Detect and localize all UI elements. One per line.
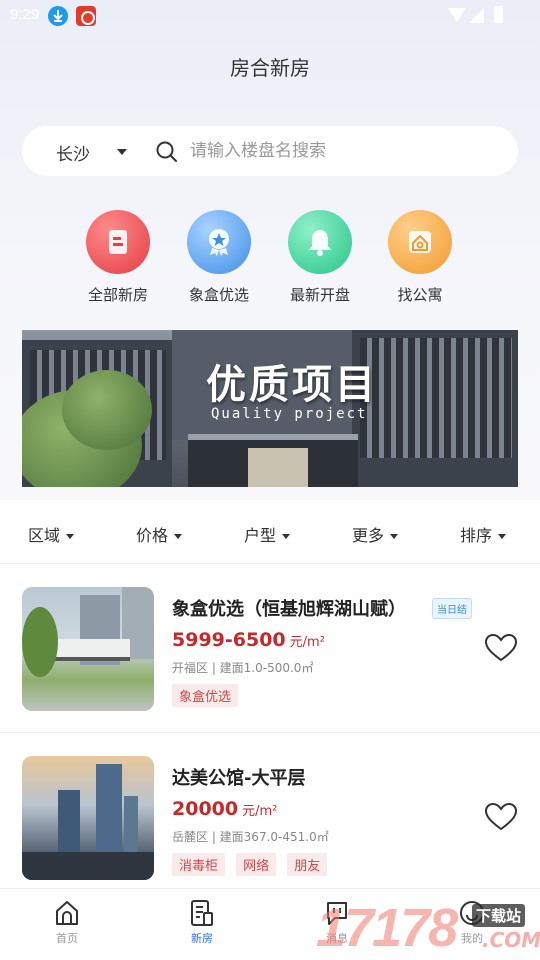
category-all-new-homes[interactable]: 全部新房 — [68, 210, 168, 305]
listing-tags: 消毒柜 网络 朋友 — [172, 853, 333, 876]
listing-card[interactable]: 达美公馆-大平层 20000 元/m² 岳麓区 | 建面367.0-451.0㎡ … — [0, 734, 540, 902]
listing-tag: 消毒柜 — [172, 853, 226, 876]
listing-meta: 岳麓区 | 建面367.0-451.0㎡ — [172, 830, 329, 844]
watermark-logo: 17178 下载站 .COM — [316, 898, 540, 960]
listing-title: 达美公馆-大平层 — [172, 768, 306, 789]
filter-sort[interactable]: 排序 — [460, 522, 507, 546]
listing-tag: 象盒优选 — [172, 684, 239, 707]
star-badge-icon — [187, 210, 251, 274]
caret-down-icon[interactable] — [117, 149, 127, 155]
watermark-site: 下载站 — [472, 904, 526, 927]
download-icon — [48, 6, 68, 26]
category-label: 找公寓 — [397, 286, 443, 304]
price-unit: 元/m² — [289, 635, 325, 650]
filter-layout[interactable]: 户型 — [244, 522, 291, 546]
page-title: 房合新房 — [230, 56, 310, 80]
city-selector[interactable]: 长沙 — [56, 140, 90, 165]
filter-label: 排序 — [460, 526, 493, 545]
category-find-apartment[interactable]: 找公寓 — [370, 210, 470, 305]
nav-label: 首页 — [56, 932, 78, 945]
listing-tag: 朋友 — [287, 853, 328, 876]
search-icon — [156, 141, 178, 167]
category-label: 象盒优选 — [188, 286, 249, 304]
wifi-icon — [448, 8, 466, 22]
heart-icon[interactable] — [484, 633, 518, 667]
banner-title: 优质项目 — [206, 361, 378, 408]
caret-down-icon — [66, 534, 75, 539]
heart-icon[interactable] — [484, 802, 518, 836]
house-search-icon — [388, 210, 452, 274]
filter-label: 更多 — [352, 526, 385, 545]
nav-label: 新房 — [191, 932, 213, 945]
listing-tag: 网络 — [236, 853, 277, 876]
signal-icon — [469, 8, 484, 23]
caret-down-icon — [282, 534, 291, 539]
bell-icon — [288, 210, 352, 274]
listing-price: 20000 元/m² — [172, 798, 277, 820]
watermark-domain: .COM — [482, 928, 540, 952]
banner-windows — [360, 338, 512, 458]
document-icon — [191, 900, 213, 926]
category-featured[interactable]: 象盒优选 — [169, 210, 269, 305]
caret-down-icon — [174, 534, 183, 539]
category-label: 最新开盘 — [289, 286, 350, 304]
caret-down-icon — [390, 534, 399, 539]
listing-card[interactable]: 象盒优选（恒基旭辉湖山赋） 当日结 5999-6500 元/m² 开福区 | 建面… — [0, 565, 540, 733]
price-value: 5999-6500 — [172, 629, 286, 651]
building-card-icon — [86, 210, 150, 274]
filter-label: 价格 — [136, 526, 169, 545]
listing-title: 象盒优选（恒基旭辉湖山赋） — [172, 599, 406, 620]
battery-icon — [494, 6, 503, 23]
status-bar: 9:29 — [0, 0, 540, 32]
listing-thumbnail — [22, 587, 154, 711]
banner-gate — [188, 434, 358, 487]
promo-banner[interactable]: 优质项目 Quality project — [22, 330, 518, 487]
listing-thumbnail — [22, 756, 154, 880]
status-time: 9:29 — [10, 6, 40, 23]
search-input[interactable] — [190, 138, 490, 164]
nav-home[interactable]: 首页 — [27, 899, 107, 946]
filter-price[interactable]: 价格 — [136, 522, 183, 546]
price-value: 20000 — [172, 798, 239, 820]
price-unit: 元/m² — [242, 804, 278, 819]
filter-more[interactable]: 更多 — [352, 522, 399, 546]
listing-badge: 当日结 — [432, 598, 472, 619]
listing-meta: 开福区 | 建面1.0-500.0㎡ — [172, 661, 314, 675]
listing-price: 5999-6500 元/m² — [172, 629, 325, 651]
category-label: 全部新房 — [87, 286, 148, 304]
filter-bar: 区域 价格 户型 更多 排序 — [0, 500, 540, 564]
filter-district[interactable]: 区域 — [28, 522, 75, 546]
listing-tags: 象盒优选 — [172, 684, 244, 707]
category-latest-openings[interactable]: 最新开盘 — [270, 210, 370, 305]
filter-label: 户型 — [244, 526, 277, 545]
caret-down-icon — [498, 534, 507, 539]
home-icon — [56, 901, 78, 925]
search-bar: 长沙 — [22, 126, 518, 176]
banner-tree — [62, 370, 152, 450]
nav-new-homes[interactable]: 新房 — [162, 899, 242, 946]
app-notification-icon — [76, 6, 96, 26]
filter-label: 区域 — [28, 526, 61, 545]
banner-subtitle: Quality project — [211, 406, 368, 422]
watermark-number: 17178 — [316, 898, 458, 958]
